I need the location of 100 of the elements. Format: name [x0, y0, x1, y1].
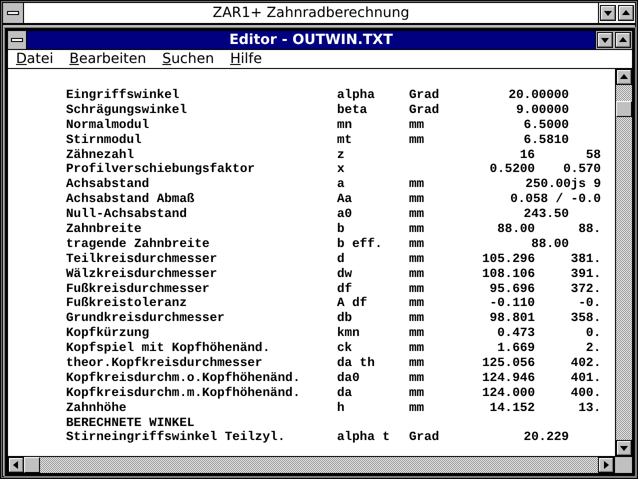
unit: mm: [409, 341, 424, 356]
parameter-symbol: da: [337, 386, 352, 400]
value: 250.00js 9: [524, 177, 601, 192]
parameter-name: Fußkreisdurchmesser: [66, 282, 210, 296]
unit: mm: [409, 118, 424, 132]
parameter-symbol: Aa: [337, 192, 352, 206]
scroll-left-button[interactable]: [8, 457, 24, 473]
horizontal-scrollbar[interactable]: [8, 457, 614, 473]
parameter-symbol: da0: [337, 370, 360, 385]
value: 98.801: [488, 311, 535, 326]
unit: mm: [409, 236, 424, 251]
parameter-symbol: b: [337, 222, 345, 236]
unit: Grad: [409, 102, 440, 117]
value: 0.058 / -0.0: [509, 192, 601, 208]
menu-item[interactable]: Suchen: [160, 51, 228, 67]
value: 20.229: [522, 430, 569, 446]
parameter-name: Schrägungswinkel: [66, 102, 187, 117]
parameter-symbol: db: [337, 311, 352, 326]
value: 6.5000: [522, 118, 569, 133]
vertical-scrollbar[interactable]: [615, 69, 632, 456]
minimize-button[interactable]: [597, 32, 613, 48]
parameter-name: Null-Achsabstand: [66, 207, 187, 222]
value: 124.000: [481, 386, 535, 401]
unit: Grad: [409, 430, 440, 444]
parameter-name: Eingriffswinkel: [66, 88, 180, 102]
value: 95.696: [488, 282, 535, 296]
value: 0.473: [496, 326, 535, 342]
unit: mm: [409, 192, 424, 206]
parameter-symbol: beta: [337, 102, 368, 117]
value: 88.00: [530, 236, 569, 252]
parameter-name: Kopfspiel mit Kopfhöhenänd.: [66, 341, 270, 356]
scroll-thumb[interactable]: [24, 457, 40, 473]
value: 358.: [570, 311, 601, 326]
unit: mm: [409, 207, 424, 222]
unit: mm: [409, 400, 424, 415]
value: 400.: [570, 386, 601, 401]
value: 105.296: [481, 252, 535, 267]
value: 124.946: [481, 370, 535, 386]
value: 0.570: [562, 162, 601, 178]
parameter-symbol: x: [337, 162, 345, 176]
menu-item[interactable]: Bearbeiten: [67, 51, 160, 67]
parameter-name: Fußkreistoleranz: [66, 296, 187, 310]
scroll-thumb[interactable]: [616, 101, 632, 117]
value: 88.00: [496, 222, 535, 237]
value: 2.: [584, 341, 601, 356]
value: 372.: [570, 282, 601, 296]
parameter-symbol: a: [337, 177, 345, 192]
parameter-name: Zahnbreite: [66, 222, 142, 236]
parameter-symbol: mt: [337, 132, 352, 147]
parameter-symbol: A df: [337, 296, 368, 310]
parameter-symbol: d: [337, 252, 345, 266]
value: 108.106: [481, 266, 535, 282]
value: 20.00000: [508, 88, 569, 103]
editor-menu-button[interactable]: [8, 31, 26, 49]
editor-title: Editor - OUTWIN.TXT: [228, 31, 394, 49]
parameter-symbol: h: [337, 400, 345, 415]
value: 88.: [577, 222, 601, 237]
scroll-down-button[interactable]: [616, 440, 632, 456]
unit: mm: [409, 311, 424, 326]
value: 1.669: [496, 341, 535, 356]
parameter-name: Normalmodul: [66, 118, 150, 132]
parameter-name: Stirneingriffswinkel Teilzyl.: [66, 430, 286, 444]
scroll-right-button[interactable]: [598, 457, 614, 473]
value: 0.: [584, 326, 601, 342]
parameter-name: Kopfkreisdurchm.m.Kopfhöhenänd.: [66, 386, 300, 400]
value: 6.5810: [522, 132, 569, 148]
menu-item[interactable]: Hilfe: [228, 51, 276, 67]
value: 9.00000: [515, 102, 569, 118]
value: 16: [518, 148, 535, 162]
value: 391.: [570, 266, 601, 282]
unit: Grad: [409, 88, 440, 102]
value: 402.: [570, 356, 601, 371]
unit: mm: [409, 222, 424, 236]
minimize-button[interactable]: [600, 5, 616, 21]
parameter-symbol: a0: [337, 207, 352, 222]
scroll-up-button[interactable]: [616, 69, 632, 85]
value: 0.5200: [488, 162, 535, 178]
parameter-symbol: dw: [337, 266, 352, 281]
value: 125.056: [481, 356, 535, 371]
parameter-name: Zähnezahl: [66, 148, 134, 162]
value: 243.50: [522, 207, 569, 222]
value: 13.: [577, 400, 601, 416]
parameter-name: Wälzkreisdurchmesser: [66, 266, 218, 281]
parameter-name: Zahnhöhe: [66, 400, 126, 415]
value: 401.: [570, 370, 601, 386]
parameter-name: Kopfkreisdurchm.o.Kopfhöhenänd.: [66, 370, 300, 385]
unit: mm: [409, 296, 424, 310]
unit: mm: [409, 177, 424, 192]
unit: mm: [409, 356, 424, 370]
maximize-button[interactable]: [618, 5, 634, 21]
unit: mm: [409, 252, 424, 266]
maximize-button[interactable]: [615, 32, 631, 48]
parameter-name: Profilverschiebungsfaktor: [66, 162, 255, 176]
value: -0.110: [488, 296, 535, 312]
parameter-symbol: alpha: [337, 88, 375, 102]
parameter-symbol: z: [337, 148, 345, 162]
parameter-symbol: mn: [337, 118, 352, 132]
parameter-symbol: alpha t: [337, 430, 390, 444]
menu-item[interactable]: Datei: [14, 51, 68, 67]
unit: mm: [409, 282, 424, 296]
